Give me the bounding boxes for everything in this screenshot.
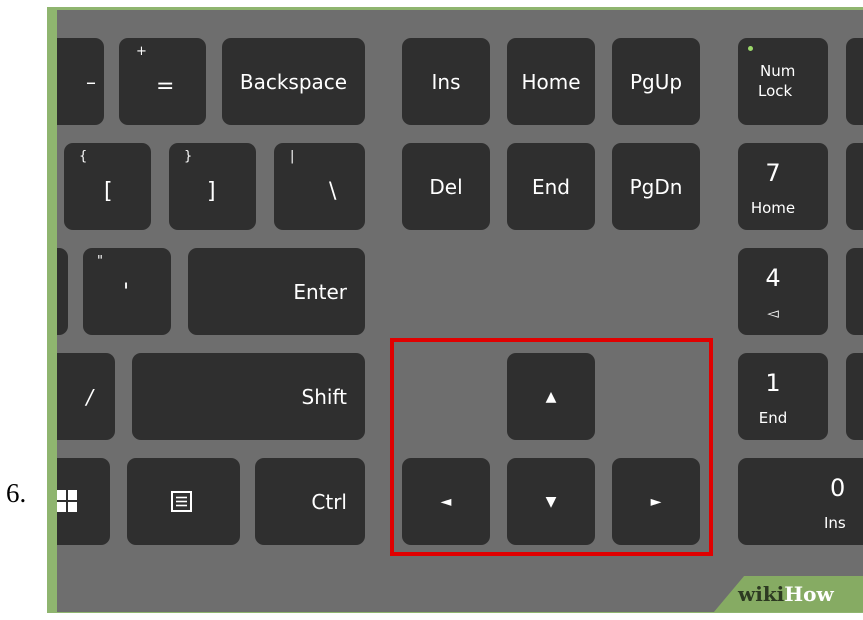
key-minus[interactable]: –: [57, 38, 104, 125]
key-label: 4: [765, 264, 781, 292]
key-label: /: [86, 384, 93, 409]
key-menu[interactable]: [127, 458, 240, 545]
key-label: Shift: [301, 384, 347, 409]
key-ctrl[interactable]: Ctrl: [255, 458, 365, 545]
numlock-indicator-icon: [748, 46, 753, 51]
key-label: Backspace: [239, 69, 348, 94]
wikihow-logo: wikiHow: [738, 582, 834, 606]
key-num1[interactable]: 1 End: [738, 353, 828, 440]
step-number: 6.: [6, 478, 27, 508]
key-label: ]: [207, 179, 216, 204]
key-quote[interactable]: " ': [83, 248, 171, 335]
key-partial[interactable]: [846, 143, 863, 230]
key-end[interactable]: End: [507, 143, 595, 230]
key-del[interactable]: Del: [402, 143, 490, 230]
key-label: Ins: [431, 69, 461, 94]
key-partial[interactable]: [846, 248, 863, 335]
key-label-line1: Num: [760, 62, 796, 80]
key-label: ': [123, 280, 130, 305]
key-label: Enter: [293, 279, 347, 304]
key-num7[interactable]: 7 Home: [738, 143, 828, 230]
left-triangle-icon: ◅: [767, 304, 779, 322]
key-backspace[interactable]: Backspace: [222, 38, 365, 125]
menu-icon: [171, 491, 192, 512]
key-label: Home: [521, 69, 581, 94]
key-backslash[interactable]: | \: [274, 143, 365, 230]
key-partial[interactable]: [846, 353, 863, 440]
key-label: 7: [765, 159, 781, 187]
key-label: PgDn: [629, 174, 683, 199]
key-home[interactable]: Home: [507, 38, 595, 125]
key-shift-label: +: [136, 44, 147, 59]
logo-part-how: How: [784, 582, 834, 606]
key-label: End: [531, 174, 570, 199]
key-sub-label: Ins: [824, 514, 846, 532]
key-label-line2: Lock: [758, 82, 793, 100]
windows-logo-icon: [57, 490, 77, 512]
key-shift-label: }: [184, 149, 193, 164]
key-numlock[interactable]: Num Lock: [738, 38, 828, 125]
key-label: =: [156, 74, 175, 99]
key-num0[interactable]: 0 Ins: [738, 458, 863, 545]
key-label: Ctrl: [311, 489, 347, 514]
key-pgup[interactable]: PgUp: [612, 38, 700, 125]
key-num4[interactable]: 4 ◅: [738, 248, 828, 335]
key-label: \: [329, 179, 337, 204]
key-shift-label: |: [290, 149, 295, 164]
key-shift[interactable]: Shift: [132, 353, 365, 440]
key-bracket-open[interactable]: { [: [64, 143, 151, 230]
key-label: PgUp: [629, 69, 683, 94]
arrow-keys-highlight: [390, 338, 713, 556]
key-label: 0: [830, 474, 846, 502]
logo-part-wiki: wiki: [738, 582, 785, 606]
key-label: [: [104, 179, 113, 204]
key-label: Del: [429, 174, 463, 199]
key-equals[interactable]: + =: [119, 38, 206, 125]
key-pgdn[interactable]: PgDn: [612, 143, 700, 230]
key-bracket-close[interactable]: } ]: [169, 143, 256, 230]
key-label: 1: [765, 369, 781, 397]
key-partial[interactable]: [846, 38, 863, 125]
key-sub-label: End: [758, 409, 788, 427]
key-enter[interactable]: Enter: [188, 248, 365, 335]
key-shift-label: {: [79, 149, 88, 164]
key-ins[interactable]: Ins: [402, 38, 490, 125]
key-windows[interactable]: [57, 458, 110, 545]
key-sub-label: Home: [750, 199, 796, 217]
key-slash[interactable]: /: [57, 353, 115, 440]
key-shift-label: ": [97, 254, 103, 269]
key-partial[interactable]: [57, 248, 68, 335]
key-label: –: [86, 69, 96, 94]
